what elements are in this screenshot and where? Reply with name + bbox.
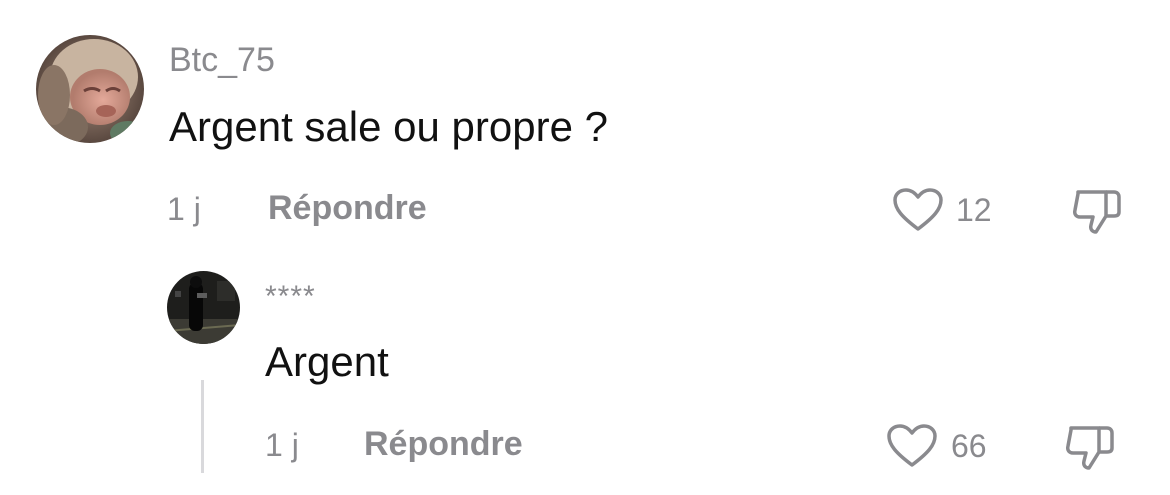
- reply-timestamp: 1 j: [265, 427, 299, 463]
- reply-text: Argent: [265, 338, 389, 385]
- monkey-avatar-image: [36, 35, 144, 143]
- reply-like-count: 66: [951, 428, 987, 464]
- avatar[interactable]: [36, 35, 144, 143]
- reply-button[interactable]: Répondre: [268, 191, 427, 225]
- thumbs-down-icon[interactable]: [1063, 422, 1117, 472]
- reply-avatar[interactable]: [167, 271, 240, 344]
- reply-username[interactable]: ****: [265, 282, 316, 312]
- comment-text: Argent sale ou propre ?: [169, 103, 608, 150]
- comment-timestamp: 1 j: [167, 191, 201, 227]
- heart-icon[interactable]: [886, 423, 938, 469]
- thumbs-down-icon[interactable]: [1070, 186, 1124, 236]
- reply-reply-button[interactable]: Répondre: [364, 427, 523, 461]
- thread-line: [201, 380, 204, 473]
- comment-username[interactable]: Btc_75: [169, 43, 275, 77]
- like-count: 12: [956, 192, 992, 228]
- heart-icon[interactable]: [892, 187, 944, 233]
- dark-figure-avatar-image: [167, 271, 240, 344]
